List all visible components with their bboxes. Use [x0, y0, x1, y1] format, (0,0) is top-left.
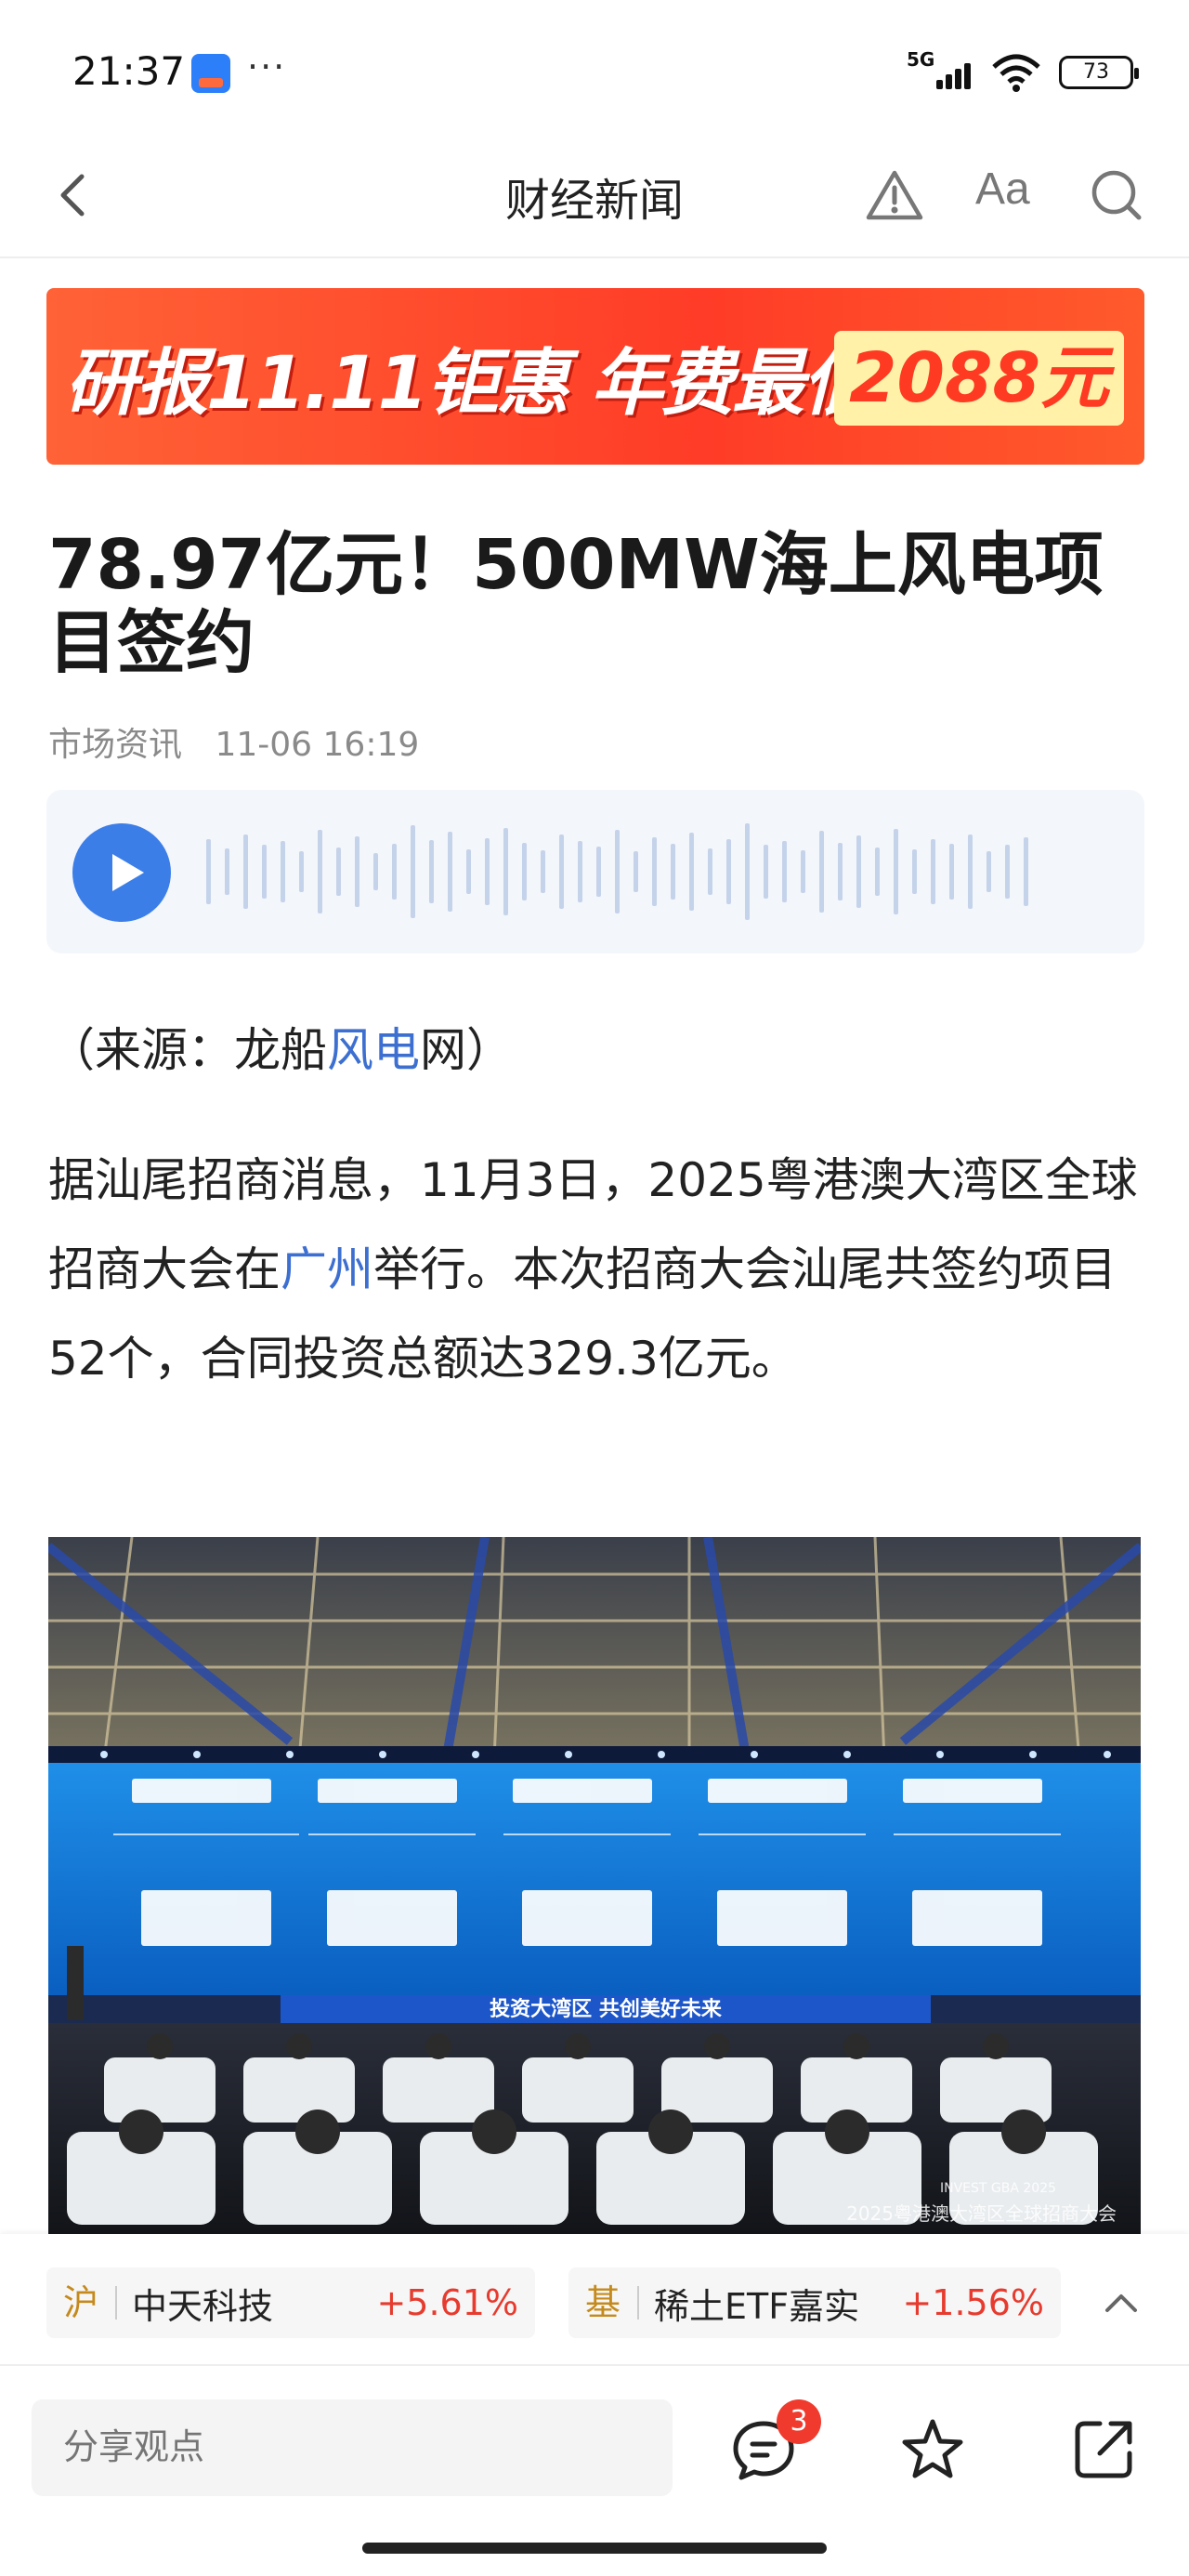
promo-banner-price: 2088元 [834, 331, 1124, 426]
app-notification-icon [191, 54, 230, 93]
waveform-bar [708, 848, 712, 895]
stock-change: +5.61% [376, 2282, 518, 2323]
waveform-bar [466, 849, 471, 894]
waveform-bar [541, 850, 545, 893]
photo-watermark: 2025粤港澳大湾区全球招商大会 [846, 2202, 1117, 2225]
font-size-button[interactable]: Aa [975, 164, 1030, 215]
waveform-bar [429, 840, 434, 903]
bottom-action-bar: 3 [0, 2364, 1189, 2576]
fund-name: 稀土ETF嘉实 [654, 2285, 860, 2327]
waveform-bar [1005, 845, 1010, 899]
article-datetime: 11-06 16:19 [215, 726, 420, 764]
waveform-bar [336, 848, 341, 896]
waveform-bar [262, 845, 267, 899]
waveform-bar [596, 847, 601, 897]
waveform-bar [318, 830, 322, 913]
wifi-icon [992, 54, 1040, 92]
waveform-bar [689, 833, 694, 911]
waveform-bar [931, 839, 935, 904]
home-indicator [362, 2543, 827, 2554]
promo-banner[interactable]: 研报11.11钜惠 年费最低价 2088元 [46, 288, 1144, 465]
waveform-bar [912, 849, 917, 894]
waveform-bar [559, 835, 564, 909]
location-link[interactable]: 广州 [281, 1242, 373, 1296]
article-source-line: （来源：龙船风电网） [48, 1005, 1141, 1095]
article-paragraph: 据汕尾招商消息，11月3日，2025粤港澳大湾区全球招商大会在广州举行。本次招商… [48, 1136, 1141, 1403]
waveform-bar [615, 830, 620, 913]
waveform-bar [243, 835, 248, 909]
waveform-bar [671, 844, 675, 900]
waveform-bar [392, 844, 397, 900]
waveform-bar [838, 843, 843, 900]
audio-player [46, 790, 1144, 953]
waveform-bar [856, 835, 861, 908]
waveform-bar [485, 838, 490, 905]
signing-ceremony-image: 投资大湾区 共创美好未来 2025粤港澳大湾区全球招商大会 INVEST GBA… [48, 1537, 1141, 2234]
waveform-bar [745, 823, 750, 920]
article-source[interactable]: 市场资讯 [48, 726, 182, 764]
status-time: 21:37 [72, 48, 186, 94]
play-icon[interactable] [72, 823, 171, 922]
fund-change: +1.56% [902, 2282, 1044, 2323]
waveform-bar [782, 841, 787, 902]
top-nav-bar: 财经新闻 Aa [0, 139, 1189, 258]
search-icon[interactable] [1087, 165, 1146, 225]
report-warning-icon[interactable] [864, 165, 925, 227]
comment-input[interactable] [32, 2399, 673, 2496]
more-notifications-icon: ··· [247, 46, 287, 87]
status-bar: 21:37 ··· 5G 73 [0, 0, 1189, 139]
stock-name: 中天科技 [132, 2285, 274, 2327]
chevron-up-icon[interactable] [1100, 2282, 1143, 2325]
waveform-bar [764, 845, 768, 899]
market-label: 沪 [46, 2285, 118, 2320]
waveform-bar [634, 851, 638, 892]
waveform-bar [894, 829, 898, 914]
waveform-bar [986, 851, 991, 892]
waveform-bar [968, 835, 973, 909]
fund-chip[interactable]: 基 稀土ETF嘉实 +1.56% [568, 2267, 1061, 2338]
waveform-bar [225, 848, 229, 895]
waveform-bar [801, 850, 805, 893]
network-type-label: 5G [907, 48, 935, 71]
waveform-bar [355, 836, 359, 907]
waveform-bar [206, 839, 211, 904]
audio-waveform[interactable] [199, 814, 1053, 929]
waveform-bar [726, 839, 731, 904]
waveform-bar [875, 848, 880, 896]
market-label: 基 [568, 2285, 640, 2320]
stage-slogan: 投资大湾区 共创美好未来 [490, 1997, 723, 2021]
stock-ticker-bar: 沪 中天科技 +5.61% 基 稀土ETF嘉实 +1.56% [0, 2234, 1189, 2364]
waveform-bar [411, 825, 415, 918]
waveform-bar [373, 853, 378, 890]
cellular-signal-icon: 5G [907, 48, 973, 93]
waveform-bar [652, 837, 657, 906]
share-icon[interactable] [1068, 2414, 1139, 2485]
article-title: 78.97亿元！500MW海上风电项目签约 [48, 525, 1104, 683]
stock-chip[interactable]: 沪 中天科技 +5.61% [46, 2267, 535, 2338]
waveform-bar [522, 843, 527, 900]
waveform-bar [281, 841, 285, 902]
waveform-bar [578, 841, 582, 902]
battery-icon: 73 [1059, 56, 1139, 89]
source-link[interactable]: 风电 [327, 1023, 420, 1077]
photo-logo: INVEST GBA 2025 [940, 2181, 1056, 2196]
article-photo[interactable]: 投资大湾区 共创美好未来 2025粤港澳大湾区全球招商大会 INVEST GBA… [48, 1537, 1141, 2234]
favorite-star-icon[interactable] [897, 2414, 968, 2485]
promo-banner-text: 研报11.11钜惠 年费最低价 [65, 342, 946, 426]
article-meta: 市场资讯 11-06 16:19 [48, 717, 419, 766]
waveform-bar [448, 832, 452, 912]
source-prefix: （来源：龙船 [48, 1023, 327, 1077]
waveform-bar [299, 851, 304, 892]
source-suffix: 网） [420, 1023, 513, 1077]
waveform-bar [503, 828, 508, 915]
waveform-bar [949, 844, 954, 900]
waveform-bar [1024, 837, 1028, 906]
waveform-bar [819, 831, 824, 913]
comment-count-badge: 3 [777, 2399, 821, 2444]
